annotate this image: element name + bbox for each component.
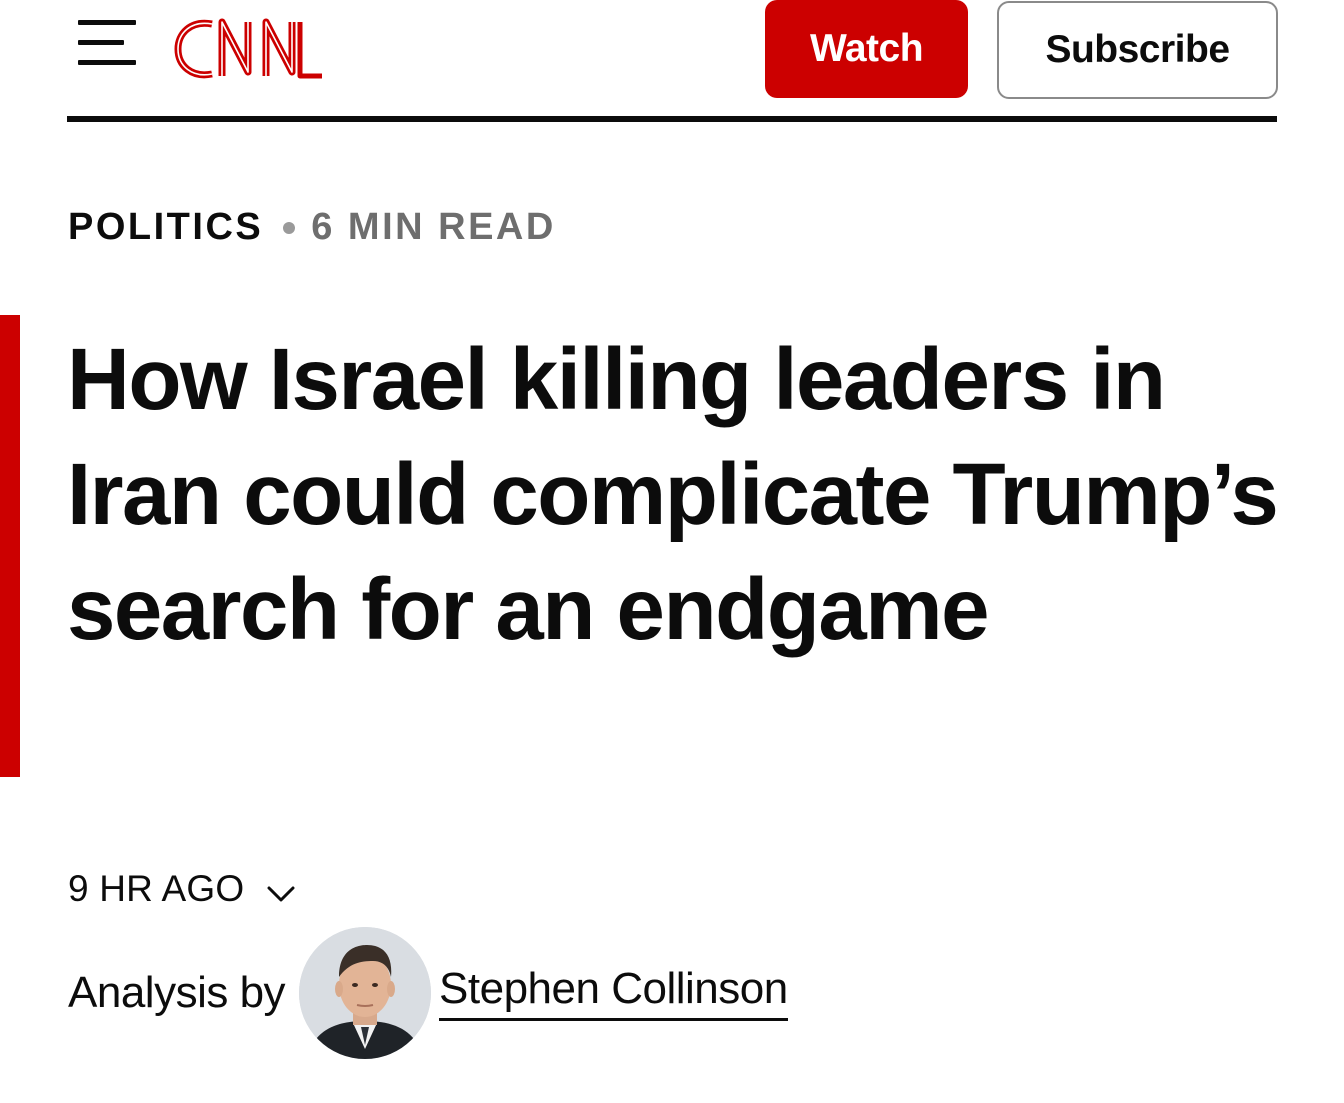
article-headline: How Israel killing leaders in Iran could… (67, 331, 1279, 658)
timestamp-toggle[interactable]: 9 HR AGO (68, 868, 296, 910)
author-avatar[interactable] (299, 926, 432, 1059)
read-time: 6 MIN READ (311, 206, 556, 248)
watch-button[interactable]: Watch (765, 0, 968, 98)
headline-accent-bar (0, 315, 20, 777)
cnn-logo[interactable] (172, 12, 328, 86)
author-link[interactable]: Stephen Collinson (439, 964, 788, 1021)
header-divider (67, 116, 1277, 122)
article-page: Watch Subscribe POLITICS 6 MIN READ How … (0, 0, 1344, 1103)
subscribe-button[interactable]: Subscribe (997, 1, 1278, 99)
chevron-down-icon (266, 872, 296, 902)
article-kicker: POLITICS 6 MIN READ (68, 206, 556, 249)
separator-dot-icon (283, 221, 296, 234)
byline: Analysis by Stephen Collinson (68, 925, 788, 1060)
section-link[interactable]: POLITICS (68, 206, 263, 249)
timestamp-text: 9 HR AGO (68, 868, 245, 909)
byline-prefix: Analysis by (68, 967, 286, 1017)
hamburger-menu-icon[interactable] (78, 20, 136, 66)
